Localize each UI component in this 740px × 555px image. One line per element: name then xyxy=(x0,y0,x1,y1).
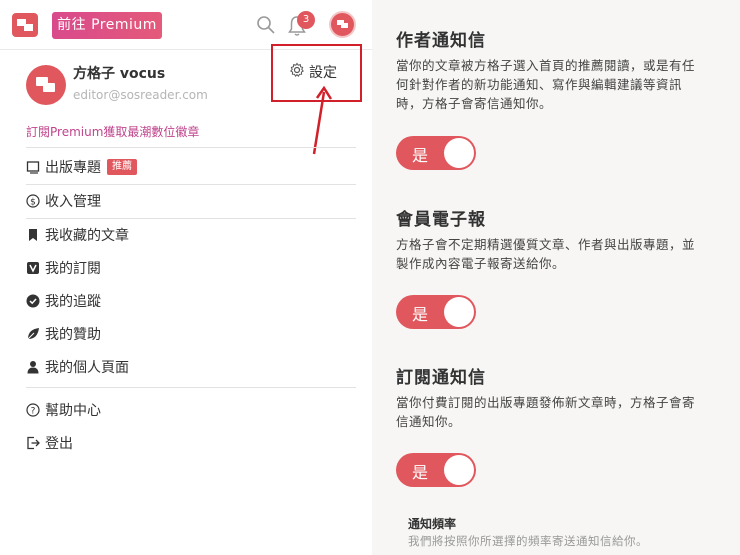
profile-name: 方格子 vocus xyxy=(73,66,166,82)
notification-badge: 3 xyxy=(297,11,315,29)
toggle-knob xyxy=(444,138,474,168)
settings-link[interactable]: 設定 xyxy=(309,62,337,82)
divider xyxy=(26,184,356,185)
menu-item-label: 我的個人頁面 xyxy=(45,360,129,376)
account-menu-panel: 前往 Premium 3 方格子 vocus editor@sosreader.… xyxy=(0,0,372,555)
person-icon xyxy=(26,360,40,374)
check-circle-icon xyxy=(26,294,40,308)
user-avatar-button[interactable] xyxy=(331,13,354,36)
frequency-title: 通知頻率 xyxy=(408,517,457,531)
menu-item-subscriptions[interactable]: 我的訂閱 xyxy=(26,257,101,279)
menu-item-label: 我的訂閱 xyxy=(45,261,101,277)
search-icon[interactable] xyxy=(256,15,276,35)
toggle-knob xyxy=(444,455,474,485)
profile-email: editor@sosreader.com xyxy=(73,88,208,102)
menu-item-profile-page[interactable]: 我的個人頁面 xyxy=(26,356,129,378)
menu-item-bookmarks[interactable]: 我收藏的文章 xyxy=(26,224,129,246)
go-premium-button[interactable]: 前往 Premium xyxy=(52,12,162,39)
menu-item-label: 我的追蹤 xyxy=(45,294,101,310)
red-arrow-annotation-icon xyxy=(312,85,333,155)
subscription-notification-toggle[interactable]: 是 xyxy=(396,453,476,487)
divider xyxy=(26,147,356,148)
newsletter-toggle[interactable]: 是 xyxy=(396,295,476,329)
recommended-tag: 推薦 xyxy=(107,159,137,175)
dollar-icon: $ xyxy=(26,194,40,208)
author-notification-title: 作者通知信 xyxy=(396,31,486,51)
gear-icon[interactable] xyxy=(289,62,305,78)
newsletter-description: 方格子會不定期精選優質文章、作者與出版專題，並製作成內容電子報寄送給你。 xyxy=(396,237,696,271)
divider xyxy=(26,218,356,219)
avatar-logo-icon xyxy=(337,20,348,28)
help-icon: ? xyxy=(26,403,40,417)
menu-item-label: 我的贊助 xyxy=(45,327,101,343)
avatar-logo-icon xyxy=(36,77,55,92)
profile-avatar[interactable] xyxy=(26,65,66,105)
menu-item-label: 登出 xyxy=(45,436,73,452)
newsletter-title: 會員電子報 xyxy=(396,210,486,230)
author-notification-toggle[interactable]: 是 xyxy=(396,136,476,170)
subscription-notification-description: 當你付費訂閱的出版專題發佈新文章時，方格子會寄信通知你。 xyxy=(396,395,696,429)
toggle-label: 是 xyxy=(412,463,429,482)
toggle-label: 是 xyxy=(412,146,429,165)
menu-item-label: 出版專題 xyxy=(45,160,101,176)
top-bar: 前往 Premium 3 xyxy=(0,0,372,50)
logout-icon xyxy=(26,436,40,450)
subscription-notification-title: 訂閱通知信 xyxy=(396,368,486,388)
leaf-icon xyxy=(26,327,40,341)
premium-promo-link[interactable]: 訂閱Premium獲取最潮數位徽章 xyxy=(26,123,199,140)
toggle-knob xyxy=(444,297,474,327)
menu-item-label: 我收藏的文章 xyxy=(45,228,129,244)
book-icon xyxy=(26,160,40,174)
menu-item-income[interactable]: $ 收入管理 xyxy=(26,190,101,212)
menu-item-help-center[interactable]: ? 幫助中心 xyxy=(26,399,101,421)
svg-text:?: ? xyxy=(31,407,36,417)
toggle-label: 是 xyxy=(412,305,429,324)
subscription-icon xyxy=(26,261,40,275)
menu-item-label: 收入管理 xyxy=(45,194,101,210)
bookmark-icon xyxy=(26,228,40,242)
frequency-description: 我們將按照你所選擇的頻率寄送通知信給你。 xyxy=(408,534,648,548)
menu-item-sponsorships[interactable]: 我的贊助 xyxy=(26,323,101,345)
author-notification-description: 當你的文章被方格子選入首頁的推薦閱讀，或是有任何針對作者的新功能通知、寫作與編輯… xyxy=(396,58,696,111)
menu-item-publications[interactable]: 出版專題 推薦 xyxy=(26,156,137,178)
svg-text:$: $ xyxy=(30,198,36,208)
menu-item-logout[interactable]: 登出 xyxy=(26,432,73,454)
menu-item-following[interactable]: 我的追蹤 xyxy=(26,290,101,312)
vocus-logo-icon[interactable] xyxy=(12,13,38,37)
menu-item-label: 幫助中心 xyxy=(45,403,101,419)
notification-settings-panel: 作者通知信 當你的文章被方格子選入首頁的推薦閱讀，或是有任何針對作者的新功能通知… xyxy=(372,0,740,555)
divider xyxy=(26,387,356,388)
